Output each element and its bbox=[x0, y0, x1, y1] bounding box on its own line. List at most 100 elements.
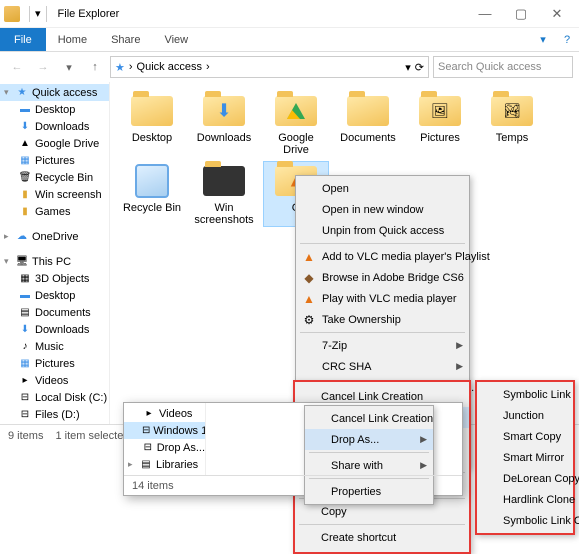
folder-item[interactable]: Desktop bbox=[120, 92, 184, 156]
win2-nav-pane[interactable]: ▸Videos ⊟Windows 10 (C:) ⊟Drop As... ▸▤L… bbox=[124, 403, 206, 475]
breadcrumb-chevron[interactable]: › bbox=[129, 61, 133, 73]
back-button[interactable]: ← bbox=[6, 56, 28, 78]
navpane-item[interactable]: ⬇Downloads bbox=[0, 118, 109, 135]
navpane-item[interactable]: ▤Documents bbox=[0, 304, 109, 321]
menu-create-shortcut[interactable]: Create shortcut bbox=[295, 527, 469, 548]
item-label: Win screenshots bbox=[192, 202, 256, 226]
submenu-symbolic-link[interactable]: Symbolic Link bbox=[477, 384, 573, 405]
navpane-item[interactable]: ▮Win screensh bbox=[0, 186, 109, 203]
refresh-button[interactable]: ⟳ bbox=[415, 61, 424, 74]
navpane-item[interactable]: ⊟Files (D:) bbox=[0, 406, 109, 423]
submenu-smart-mirror[interactable]: Smart Mirror bbox=[477, 447, 573, 468]
folder-item[interactable]: Documents bbox=[336, 92, 400, 156]
recycle-bin-item[interactable]: Recycle Bin bbox=[120, 162, 184, 226]
menu-7zip[interactable]: 7-Zip▶ bbox=[296, 335, 469, 356]
tab-view[interactable]: View bbox=[152, 28, 200, 51]
minimize-button[interactable]: — bbox=[467, 1, 503, 27]
separator bbox=[29, 6, 30, 22]
navpane-item[interactable]: ▬Desktop bbox=[0, 287, 109, 304]
submenu-arrow-icon: ▶ bbox=[420, 460, 427, 471]
menu-crc-sha[interactable]: CRC SHA▶ bbox=[296, 356, 469, 377]
navpane-label: Videos bbox=[159, 408, 192, 420]
navpane-label: Drop As... bbox=[157, 442, 205, 454]
submenu-junction[interactable]: Junction bbox=[477, 405, 573, 426]
vlc-icon: ▲ bbox=[301, 291, 317, 307]
folder-item[interactable]: Google Drive bbox=[264, 92, 328, 156]
navpane-label: Win screensh bbox=[35, 189, 102, 201]
menu-open[interactable]: Open bbox=[296, 178, 469, 199]
navpane-item[interactable]: 🗑Recycle Bin bbox=[0, 169, 109, 186]
menu-label: DeLorean Copy bbox=[503, 473, 579, 485]
ribbon-tabs: File Home Share View ▾ ? bbox=[0, 28, 579, 52]
item-label: Documents bbox=[340, 132, 396, 144]
up-button[interactable]: ↑ bbox=[84, 56, 106, 78]
search-input[interactable]: Search Quick access bbox=[433, 56, 573, 78]
item-label: Recycle Bin bbox=[123, 202, 181, 214]
menu-drop-as[interactable]: Drop As...▶ bbox=[305, 429, 433, 450]
address-dropdown-icon[interactable]: ▾ bbox=[405, 61, 411, 74]
status-item-count: 9 items bbox=[8, 430, 43, 442]
submenu-smart-copy[interactable]: Smart Copy bbox=[477, 426, 573, 447]
tab-home[interactable]: Home bbox=[46, 28, 99, 51]
ribbon-expand-icon[interactable]: ▾ bbox=[531, 28, 555, 51]
nav-row: ← → ▾ ↑ ★ › Quick access › ▾ ⟳ Search Qu… bbox=[0, 52, 579, 82]
navpane-onedrive[interactable]: ▸☁OneDrive bbox=[0, 228, 109, 245]
folder-item[interactable]: 🖼Pictures bbox=[408, 92, 472, 156]
navpane-item[interactable]: ▦3D Objects bbox=[0, 270, 109, 287]
qat-dropdown-icon[interactable]: ▾ bbox=[35, 7, 41, 20]
tab-share[interactable]: Share bbox=[99, 28, 152, 51]
maximize-button[interactable]: ▢ bbox=[503, 1, 539, 27]
navpane-item[interactable]: ⊟Local Disk (C:) bbox=[0, 389, 109, 406]
navpane-item[interactable]: ▸Videos bbox=[124, 405, 205, 422]
window-title: File Explorer bbox=[52, 8, 467, 20]
navpane-label: Pictures bbox=[35, 155, 75, 167]
navpane-item[interactable]: ⊟Drop As... bbox=[124, 439, 205, 456]
navpane-item[interactable]: ▲Google Drive bbox=[0, 135, 109, 152]
menu-label: 7-Zip bbox=[322, 340, 347, 352]
navpane-item[interactable]: ⬇Downloads bbox=[0, 321, 109, 338]
file-tab[interactable]: File bbox=[0, 28, 46, 51]
navpane-item[interactable]: ▸Videos bbox=[0, 372, 109, 389]
menu-cancel-link[interactable]: Cancel Link Creation bbox=[305, 408, 433, 429]
folder-item[interactable]: ⬇Downloads bbox=[192, 92, 256, 156]
navpane-label: OneDrive bbox=[32, 231, 78, 243]
menu-open-new-window[interactable]: Open in new window bbox=[296, 199, 469, 220]
help-icon[interactable]: ? bbox=[555, 28, 579, 51]
quick-access-star-icon: ★ bbox=[115, 61, 125, 74]
submenu-delorean-copy[interactable]: DeLorean Copy bbox=[477, 468, 573, 489]
menu-label: Smart Copy bbox=[503, 431, 561, 443]
submenu-symbolic-link-clone[interactable]: Symbolic Link Clone bbox=[477, 510, 573, 531]
navpane-quick-access[interactable]: ▾★Quick access bbox=[0, 84, 109, 101]
navigation-pane[interactable]: ▾★Quick access ▬Desktop ⬇Downloads ▲Goog… bbox=[0, 82, 110, 424]
navpane-item[interactable]: ▮Games bbox=[0, 203, 109, 220]
navpane-libraries[interactable]: ▸▤Libraries bbox=[124, 456, 205, 473]
navpane-item[interactable]: ♪Music bbox=[0, 338, 109, 355]
menu-take-ownership[interactable]: ⚙Take Ownership bbox=[296, 309, 469, 330]
menu-bridge[interactable]: ◆Browse in Adobe Bridge CS6 bbox=[296, 267, 469, 288]
navpane-label: Windows 10 (C:) bbox=[153, 425, 206, 437]
folder-item[interactable]: Win screenshots bbox=[192, 162, 256, 226]
address-bar[interactable]: ★ › Quick access › ▾ ⟳ bbox=[110, 56, 429, 78]
navpane-this-pc[interactable]: ▾🖥This PC bbox=[0, 253, 109, 270]
menu-label: Symbolic Link bbox=[503, 389, 571, 401]
item-label: Temps bbox=[496, 132, 528, 144]
navpane-item[interactable]: ▬Desktop bbox=[0, 101, 109, 118]
breadcrumb-chevron[interactable]: › bbox=[206, 61, 210, 73]
navpane-item[interactable]: ⊟Windows 10 (C:) bbox=[124, 422, 205, 439]
drop-as-submenu: Symbolic Link Junction Smart Copy Smart … bbox=[475, 380, 575, 535]
navpane-item[interactable]: ▦Pictures bbox=[0, 355, 109, 372]
breadcrumb-label[interactable]: Quick access bbox=[137, 61, 202, 73]
navpane-label: Quick access bbox=[32, 87, 97, 99]
navpane-label: Desktop bbox=[35, 290, 75, 302]
forward-button[interactable]: → bbox=[32, 56, 54, 78]
navpane-label: This PC bbox=[32, 256, 71, 268]
menu-share-with[interactable]: Share with▶ bbox=[305, 455, 433, 476]
menu-unpin[interactable]: Unpin from Quick access bbox=[296, 220, 469, 241]
menu-vlc-play[interactable]: ▲Play with VLC media player bbox=[296, 288, 469, 309]
folder-app-icon bbox=[4, 6, 20, 22]
close-button[interactable]: ✕ bbox=[539, 1, 575, 27]
folder-item[interactable]: 🏞Temps bbox=[480, 92, 544, 156]
recent-locations-button[interactable]: ▾ bbox=[58, 56, 80, 78]
navpane-item[interactable]: ▦Pictures bbox=[0, 152, 109, 169]
menu-vlc-playlist[interactable]: ▲Add to VLC media player's Playlist bbox=[296, 246, 469, 267]
